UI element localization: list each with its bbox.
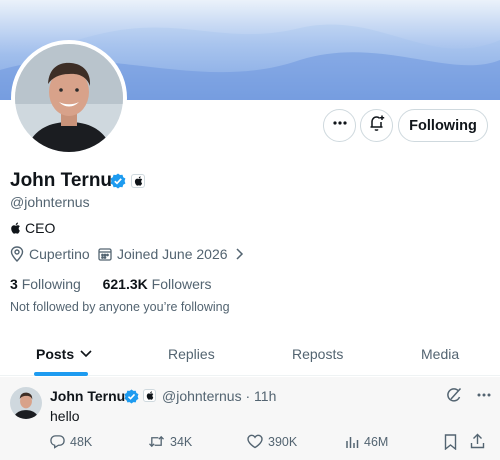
apple-affiliate-badge bbox=[143, 389, 156, 402]
tab-media[interactable]: Media bbox=[421, 346, 459, 362]
apple-logo-icon bbox=[146, 391, 153, 400]
profile-bio: CEO bbox=[10, 220, 55, 236]
calendar-icon bbox=[98, 248, 112, 261]
following-button[interactable]: Following bbox=[398, 109, 488, 142]
reply-icon bbox=[50, 435, 65, 449]
profile-avatar[interactable] bbox=[11, 40, 127, 156]
tab-reposts[interactable]: Reposts bbox=[292, 346, 343, 362]
following-count: 3 bbox=[10, 276, 18, 292]
like-button[interactable]: 390K bbox=[247, 434, 297, 449]
chevron-down-icon bbox=[80, 350, 92, 358]
follow-counts: 3 Following 621.3K Followers bbox=[10, 276, 212, 292]
bell-plus-icon bbox=[368, 114, 386, 137]
verified-badge-icon[interactable] bbox=[110, 173, 126, 189]
followers-label: Followers bbox=[151, 276, 212, 292]
post-author-name[interactable]: John Ternus bbox=[50, 388, 133, 404]
reply-count: 48K bbox=[70, 434, 93, 449]
repost-button[interactable]: 34K bbox=[148, 434, 192, 449]
profile-name: John Ternus bbox=[10, 170, 123, 191]
tab-posts[interactable]: Posts bbox=[36, 346, 93, 362]
following-label: Following bbox=[21, 276, 81, 292]
post-more-icon[interactable] bbox=[476, 387, 492, 408]
post-author-avatar[interactable] bbox=[10, 387, 42, 419]
repost-icon bbox=[149, 435, 164, 448]
views-button[interactable]: 46M bbox=[345, 434, 388, 449]
profile-tabs: Posts Replies Reposts Media bbox=[0, 330, 500, 376]
profile-joined-date[interactable]: Joined June 2026 bbox=[98, 246, 250, 262]
following-link[interactable]: 3 Following bbox=[10, 276, 81, 292]
views-count: 46M bbox=[364, 434, 389, 449]
apple-logo-icon bbox=[134, 176, 142, 186]
followers-count: 621.3K bbox=[102, 276, 148, 292]
location-text: Cupertino bbox=[29, 246, 90, 262]
profile-location: Cupertino bbox=[10, 246, 90, 262]
share-icon[interactable] bbox=[470, 433, 485, 454]
repost-count: 34K bbox=[170, 434, 193, 449]
post-item[interactable]: John Ternus @johnternus · 11h hello 48K … bbox=[0, 377, 500, 460]
more-button[interactable] bbox=[323, 109, 356, 142]
reply-button[interactable]: 48K bbox=[50, 434, 92, 449]
post-text: hello bbox=[50, 408, 80, 424]
profile-handle: @johnternus bbox=[10, 194, 90, 210]
grok-icon[interactable] bbox=[446, 387, 462, 408]
verified-badge-icon bbox=[124, 389, 140, 405]
views-icon bbox=[346, 437, 359, 448]
post-author-handle[interactable]: @johnternus · 11h bbox=[162, 388, 276, 404]
active-tab-indicator bbox=[34, 372, 88, 376]
tab-replies[interactable]: Replies bbox=[168, 346, 215, 362]
not-followed-notice: Not followed by anyone you’re following bbox=[10, 300, 230, 314]
bio-text: CEO bbox=[25, 220, 56, 236]
apple-affiliate-badge[interactable] bbox=[131, 174, 145, 188]
joined-text: Joined June 2026 bbox=[117, 246, 228, 262]
like-count: 390K bbox=[268, 434, 298, 449]
chevron-right-icon bbox=[236, 248, 243, 260]
notify-button[interactable] bbox=[360, 109, 393, 142]
bookmark-icon[interactable] bbox=[444, 434, 457, 455]
followers-link[interactable]: 621.3K Followers bbox=[103, 276, 212, 292]
more-icon bbox=[332, 115, 348, 136]
location-pin-icon bbox=[10, 246, 24, 262]
tab-posts-label: Posts bbox=[36, 346, 75, 362]
heart-icon bbox=[247, 434, 263, 449]
apple-logo-icon bbox=[11, 222, 20, 234]
